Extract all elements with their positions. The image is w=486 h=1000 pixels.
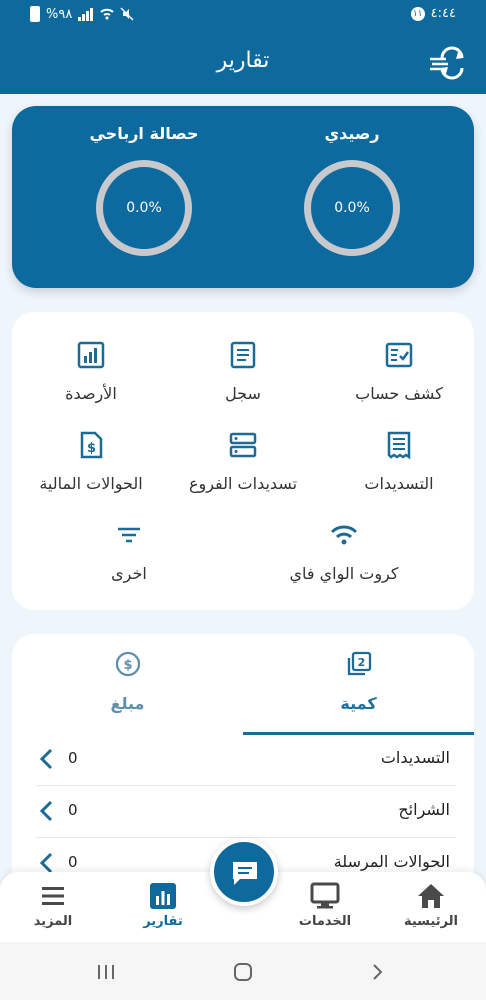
my-balance-label: رصيدي — [324, 124, 380, 143]
battery-percent: %٩٨ — [46, 6, 73, 22]
home-icon — [418, 884, 444, 908]
filter-icon — [118, 527, 140, 543]
report-label: التسديدات — [364, 474, 434, 493]
report-payments[interactable]: التسديدات — [324, 430, 474, 493]
refresh-button[interactable] — [428, 46, 468, 80]
chevron-left-icon — [39, 800, 53, 822]
statement-icon — [385, 342, 413, 368]
stat-label: الحوالات المرسلة — [333, 852, 450, 871]
balances-chart-icon — [77, 341, 105, 369]
report-label: سجل — [225, 384, 261, 403]
report-label: الأرصدة — [65, 384, 117, 403]
report-label: كروت الواي فاي — [289, 564, 399, 583]
report-label: الحوالات المالية — [39, 474, 143, 493]
recent-apps-icon[interactable] — [94, 960, 118, 984]
home-button-icon[interactable] — [231, 960, 255, 984]
report-branch-payments[interactable]: تسديدات الفروع — [168, 430, 318, 493]
report-log[interactable]: سجل — [168, 340, 318, 403]
money-document-icon: $ — [80, 431, 103, 459]
refresh-currency-icon — [430, 46, 464, 80]
report-balances[interactable]: الأرصدة — [16, 340, 166, 403]
stat-value: 0 — [68, 853, 78, 871]
back-icon[interactable] — [366, 960, 390, 984]
report-other[interactable]: اخرى — [54, 520, 204, 583]
svg-text:$: $ — [87, 441, 96, 456]
report-label: كشف حساب — [355, 384, 443, 403]
tab-label: مبلغ — [110, 694, 145, 713]
report-account-statement[interactable]: كشف حساب — [324, 340, 474, 403]
server-icon — [229, 432, 257, 458]
clock: ٤:٤٤ — [430, 6, 456, 21]
app-header: تقارير — [0, 30, 486, 94]
chevron-left-icon — [39, 852, 53, 874]
report-label: تسديدات الفروع — [188, 474, 298, 493]
notification-badge: ١١ — [410, 6, 425, 21]
battery-icon — [30, 6, 40, 22]
tab-label: كمية — [340, 694, 377, 713]
system-nav-bar — [0, 942, 486, 1000]
svg-text:$: $ — [123, 658, 132, 673]
stat-row-payments[interactable]: التسديدات 0 — [36, 734, 456, 786]
wifi-icon — [330, 525, 358, 545]
report-money-transfers[interactable]: $ الحوالات المالية — [16, 430, 166, 493]
profit-share-label: حصالة ارباحي — [89, 124, 199, 143]
status-bar: %٩٨ ١١ ٤:٤٤ — [0, 0, 486, 30]
profit-share-ring: 0.0% — [96, 160, 192, 256]
profit-share-value: 0.0% — [126, 200, 162, 216]
page-title: تقارير — [216, 48, 270, 73]
my-balance-gauge: رصيدي 0.0% — [282, 124, 422, 256]
chat-fab-button[interactable] — [210, 838, 278, 906]
mute-icon — [120, 7, 134, 21]
tab-amount[interactable]: $ مبلغ — [12, 634, 243, 734]
log-icon — [230, 341, 256, 369]
quantity-icon: 2 — [347, 651, 371, 676]
svg-text:2: 2 — [357, 656, 365, 669]
report-wifi-cards[interactable]: كروت الواي فاي — [254, 520, 434, 583]
nav-label: الرئيسية — [403, 914, 459, 929]
my-balance-ring: 0.0% — [304, 160, 400, 256]
status-right: ١١ ٤:٤٤ — [410, 6, 456, 21]
nav-home[interactable]: الرئيسية — [386, 882, 476, 929]
stat-value: 0 — [68, 801, 78, 819]
report-label: اخرى — [111, 564, 147, 583]
bar-chart-icon — [150, 883, 176, 909]
nav-label: المزيد — [33, 914, 73, 929]
monitor-icon — [310, 882, 340, 909]
tab-quantity[interactable]: 2 كمية — [243, 634, 474, 734]
receipt-icon — [387, 431, 411, 460]
menu-icon — [42, 887, 64, 905]
nav-label: تقارير — [143, 914, 183, 929]
my-balance-value: 0.0% — [334, 200, 370, 216]
chevron-left-icon — [39, 748, 53, 770]
stat-value: 0 — [68, 749, 78, 767]
chat-icon — [233, 862, 257, 885]
profit-share-gauge: حصالة ارباحي 0.0% — [74, 124, 214, 256]
wifi-status-icon — [100, 8, 114, 20]
stat-row-sim-cards[interactable]: الشرائح 0 — [36, 786, 456, 838]
stat-label: التسديدات — [380, 748, 450, 767]
stat-label: الشرائح — [398, 800, 450, 819]
balance-card: رصيدي 0.0% حصالة ارباحي 0.0% — [12, 106, 474, 288]
status-left: %٩٨ — [30, 6, 134, 22]
dollar-circle-icon: $ — [115, 651, 140, 677]
reports-card: كشف حساب سجل الأرصدة التسديدات تسديدات ا… — [12, 312, 474, 610]
signal-icon — [78, 8, 94, 21]
nav-label: الخدمات — [298, 914, 352, 929]
nav-services[interactable]: الخدمات — [280, 882, 370, 929]
nav-reports[interactable]: تقارير — [118, 882, 208, 929]
nav-more[interactable]: المزيد — [8, 882, 98, 929]
